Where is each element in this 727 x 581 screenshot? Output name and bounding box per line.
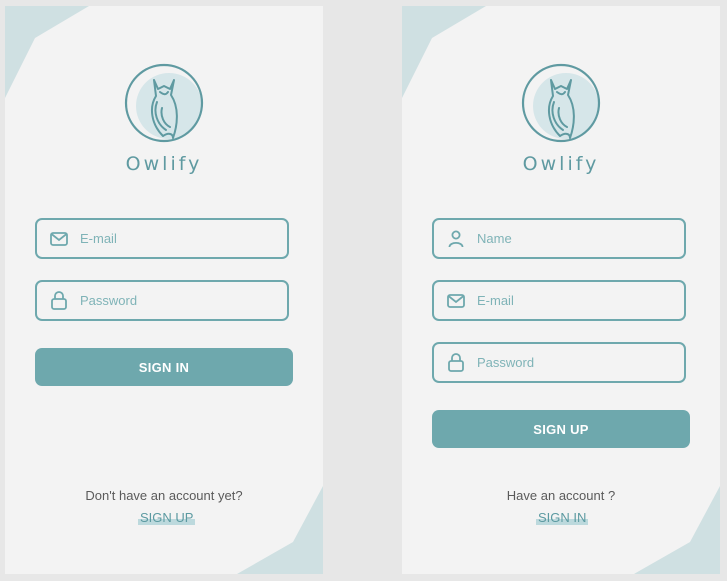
sign-up-button[interactable]: SIGN UP xyxy=(432,410,690,448)
email-input[interactable] xyxy=(80,231,260,246)
password-input[interactable] xyxy=(80,293,260,308)
mail-icon xyxy=(446,291,466,311)
email-field[interactable] xyxy=(432,280,686,321)
brand-name: Owlify xyxy=(522,153,600,175)
owl-logo xyxy=(521,63,601,143)
owl-logo xyxy=(124,63,204,143)
signup-card: Owlify SIGN UP Have an account ? SIGN IN xyxy=(402,6,720,574)
top-left-decoration xyxy=(402,6,486,98)
email-input[interactable] xyxy=(477,293,657,308)
signup-prompt: Don't have an account yet? xyxy=(85,488,243,503)
signin-card: Owlify SIGN IN Don't have an account yet… xyxy=(5,6,323,574)
password-input[interactable] xyxy=(477,355,657,370)
user-icon xyxy=(446,229,466,249)
email-field[interactable] xyxy=(35,218,289,259)
lock-icon xyxy=(446,353,466,373)
sign-in-button[interactable]: SIGN IN xyxy=(35,348,293,386)
password-field[interactable] xyxy=(432,342,686,383)
top-left-decoration xyxy=(5,6,89,98)
name-input[interactable] xyxy=(477,231,657,246)
lock-icon xyxy=(49,291,69,311)
signin-prompt: Have an account ? xyxy=(506,488,616,503)
mail-icon xyxy=(49,229,69,249)
password-field[interactable] xyxy=(35,280,289,321)
brand-name: Owlify xyxy=(125,153,203,175)
name-field[interactable] xyxy=(432,218,686,259)
sign-in-link[interactable]: SIGN IN xyxy=(536,509,589,526)
sign-up-link[interactable]: SIGN UP xyxy=(138,509,196,526)
